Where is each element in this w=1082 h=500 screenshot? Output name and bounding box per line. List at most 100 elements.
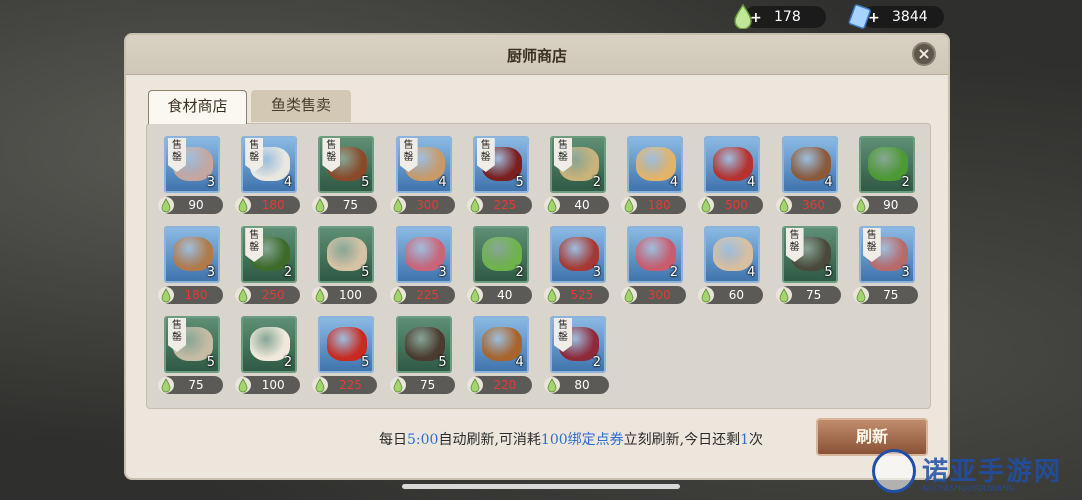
- soldout-tag: 售罄: [554, 318, 572, 352]
- item-card[interactable]: 4: [627, 136, 684, 193]
- item-quantity: 5: [361, 265, 370, 280]
- item-price: 525: [544, 286, 609, 304]
- tab-fish-sale[interactable]: 鱼类售卖: [251, 90, 351, 122]
- drop-icon: [158, 197, 174, 213]
- item-price-value: 60: [728, 288, 745, 302]
- item-quantity: 4: [515, 355, 524, 370]
- drop-icon: [389, 287, 406, 303]
- shop-item[interactable]: 4 360: [775, 136, 843, 220]
- item-price: 180: [235, 196, 301, 214]
- item-price-value: 180: [184, 288, 208, 302]
- item-price: 225: [389, 286, 455, 304]
- soldout-tag: 售罄: [476, 138, 495, 172]
- shop-item[interactable]: 5 225: [312, 316, 379, 400]
- item-card[interactable]: 2: [472, 226, 529, 283]
- item-card[interactable]: 5: [318, 226, 375, 283]
- soldout-tag: 售罄: [245, 228, 264, 262]
- shop-item[interactable]: 4 180: [621, 136, 688, 220]
- shop-item[interactable]: 4 500: [698, 136, 765, 220]
- item-price: 360: [775, 196, 841, 214]
- item-quantity: 5: [361, 355, 370, 370]
- item-card[interactable]: 3: [395, 226, 452, 283]
- item-card[interactable]: 2: [858, 136, 915, 193]
- currency-drops-value: 178: [774, 9, 801, 25]
- item-quantity: 2: [592, 355, 601, 370]
- item-price-value: 225: [493, 198, 517, 212]
- drop-icon: [698, 197, 715, 213]
- item-card[interactable]: 5: [318, 316, 375, 373]
- item-price: 75: [389, 376, 455, 394]
- shop-item[interactable]: 4 60: [698, 226, 765, 310]
- tab-ingredient-shop[interactable]: 食材商店: [148, 90, 247, 124]
- item-card[interactable]: 售罄 4: [395, 136, 452, 193]
- shop-item[interactable]: 售罄 3 75: [852, 226, 920, 310]
- item-card[interactable]: 4: [781, 136, 838, 193]
- item-card[interactable]: 4: [704, 136, 761, 193]
- shop-item[interactable]: 售罄 4 180: [235, 136, 302, 220]
- item-card[interactable]: 3: [164, 226, 220, 283]
- item-price: 100: [312, 286, 378, 304]
- item-card[interactable]: 5: [395, 316, 452, 373]
- item-quantity: 2: [283, 355, 293, 370]
- item-price: 180: [158, 286, 223, 304]
- shop-item[interactable]: 售罄 3 90: [158, 136, 225, 220]
- item-price: 90: [158, 196, 223, 214]
- shop-item[interactable]: 2 100: [235, 316, 302, 400]
- item-quantity: 4: [438, 175, 447, 190]
- shop-item[interactable]: 2 40: [466, 226, 534, 310]
- shop-item[interactable]: 4 220: [466, 316, 534, 400]
- item-card[interactable]: 售罄 3: [858, 226, 915, 283]
- shop-item[interactable]: 售罄 5 75: [158, 316, 225, 400]
- add-icon[interactable]: +: [868, 10, 880, 26]
- drop-icon: [775, 287, 792, 303]
- shop-item[interactable]: 5 75: [389, 316, 457, 400]
- soldout-tag: 售罄: [322, 138, 341, 172]
- item-card[interactable]: 售罄 5: [164, 316, 220, 373]
- shop-item[interactable]: 售罄 2 80: [544, 316, 611, 400]
- item-price-value: 90: [883, 198, 899, 212]
- item-card[interactable]: 售罄 5: [318, 136, 375, 193]
- shop-item[interactable]: 售罄 5 225: [466, 136, 534, 220]
- drop-icon: [621, 197, 638, 213]
- drop-icon: [312, 197, 329, 213]
- shop-item[interactable]: 2 90: [852, 136, 920, 220]
- soldout-tag: 售罄: [785, 228, 804, 262]
- shop-item[interactable]: 售罄 2 40: [544, 136, 611, 220]
- item-price-value: 225: [338, 378, 362, 392]
- item-card[interactable]: 售罄 2: [241, 226, 298, 283]
- item-card[interactable]: 售罄 5: [472, 136, 529, 193]
- item-card[interactable]: 3: [550, 226, 606, 283]
- item-card[interactable]: 售罄 2: [550, 316, 606, 373]
- item-quantity: 2: [901, 175, 910, 190]
- drop-icon: [158, 287, 174, 303]
- drop-icon: [698, 287, 715, 303]
- shop-item[interactable]: 5 100: [312, 226, 379, 310]
- item-price-value: 500: [724, 198, 748, 212]
- drop-icon: [466, 377, 483, 393]
- item-card[interactable]: 2: [627, 226, 684, 283]
- shop-item[interactable]: 3 180: [158, 226, 225, 310]
- item-card[interactable]: 2: [241, 316, 298, 373]
- close-icon[interactable]: ×: [912, 42, 936, 66]
- shop-item[interactable]: 售罄 5 75: [775, 226, 843, 310]
- watermark-subtext: NUOYASHOUYOUWANG: [922, 484, 1015, 493]
- item-card[interactable]: 售罄 3: [164, 136, 220, 193]
- item-card[interactable]: 4: [704, 226, 761, 283]
- home-indicator[interactable]: [402, 484, 680, 489]
- shop-item[interactable]: 售罄 4 300: [389, 136, 457, 220]
- soldout-tag: 售罄: [862, 228, 881, 262]
- item-card[interactable]: 4: [472, 316, 529, 373]
- drop-icon: [775, 197, 792, 213]
- drop-icon: [466, 287, 483, 303]
- item-price: 75: [158, 376, 223, 394]
- shop-item[interactable]: 售罄 2 250: [235, 226, 302, 310]
- item-card[interactable]: 售罄 2: [550, 136, 606, 193]
- shop-item[interactable]: 2 300: [621, 226, 688, 310]
- shop-item[interactable]: 3 525: [544, 226, 611, 310]
- shop-item[interactable]: 售罄 5 75: [312, 136, 379, 220]
- item-card[interactable]: 售罄 5: [781, 226, 838, 283]
- item-price-value: 75: [188, 378, 204, 392]
- add-icon[interactable]: +: [750, 10, 762, 26]
- item-card[interactable]: 售罄 4: [241, 136, 298, 193]
- shop-item[interactable]: 3 225: [389, 226, 457, 310]
